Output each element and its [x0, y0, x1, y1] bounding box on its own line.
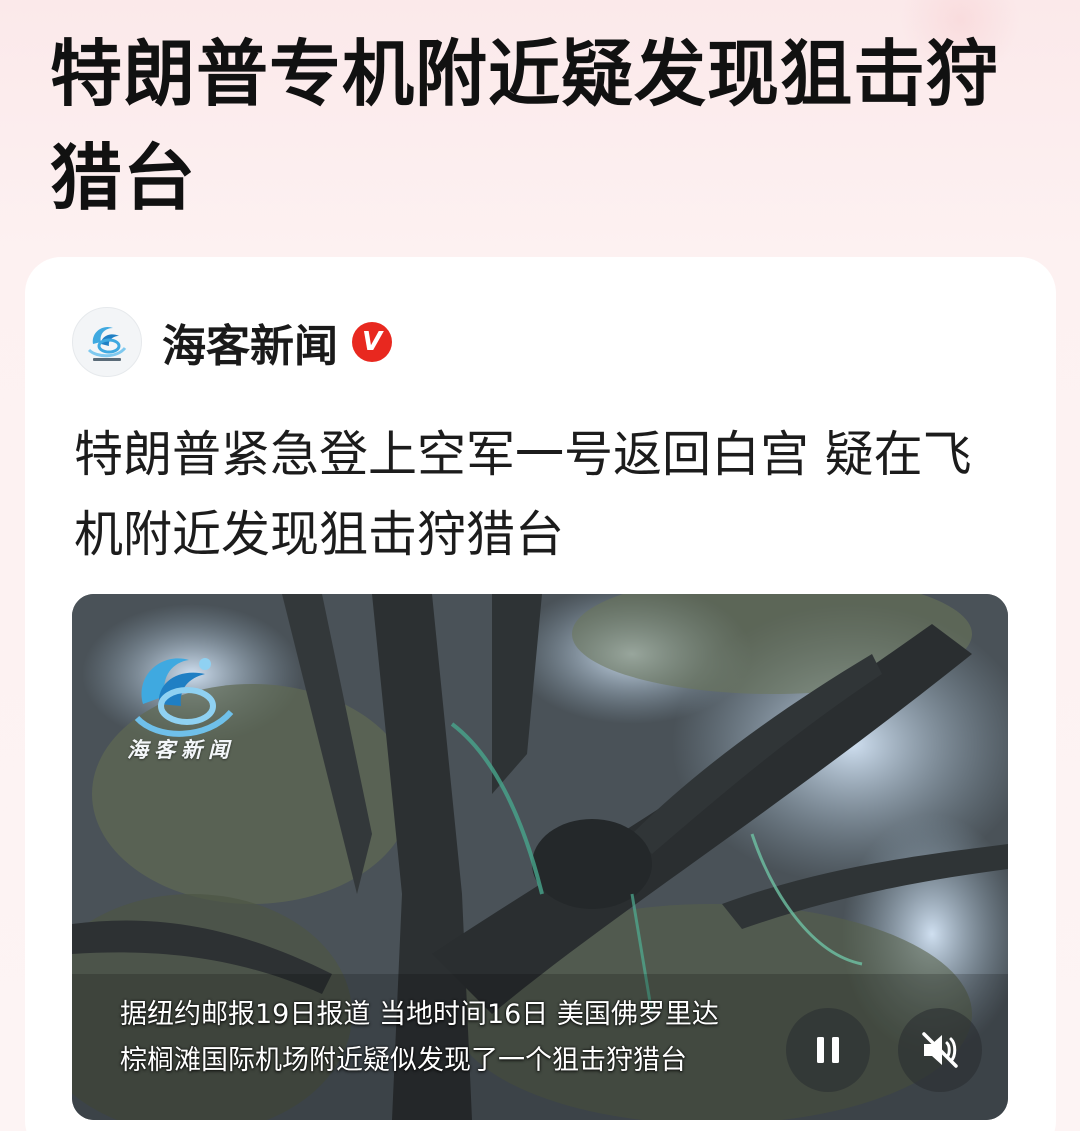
subtitle-line-1: 据纽约邮报19日报道 当地时间16日 美国佛罗里达	[120, 999, 719, 1030]
video-subtitles: 据纽约邮报19日报道 当地时间16日 美国佛罗里达 棕榈滩国际机场附近疑似发现了…	[120, 992, 719, 1084]
watermark-text: 海客新闻	[127, 737, 235, 762]
source-name[interactable]: 海客新闻	[162, 310, 338, 374]
haike-logo-icon	[87, 326, 127, 361]
subtitle-line-2: 棕榈滩国际机场附近疑似发现了一个狙击狩猎台	[120, 1045, 687, 1076]
article-headline[interactable]: 特朗普紧急登上空军一号返回白宫 疑在飞机附近发现狙击狩猎台	[74, 415, 994, 575]
pause-icon	[817, 1037, 839, 1063]
source-row[interactable]: 海客新闻 V	[72, 307, 392, 377]
pause-button[interactable]	[786, 1008, 870, 1092]
video-player[interactable]: 海客新闻 据纽约邮报19日报道 当地时间16日 美国佛罗里达 棕榈滩国际机场附近…	[72, 594, 1008, 1120]
avatar[interactable]	[72, 307, 142, 377]
mute-button[interactable]	[898, 1008, 982, 1092]
page-title: 特朗普专机附近疑发现狙击狩猎台	[50, 32, 1000, 220]
mute-icon	[922, 1032, 958, 1068]
verified-badge-icon: V	[352, 322, 392, 362]
article-card[interactable]: 海客新闻 V 特朗普紧急登上空军一号返回白宫 疑在飞机附近发现狙击狩猎台 海客新…	[25, 257, 1056, 1131]
